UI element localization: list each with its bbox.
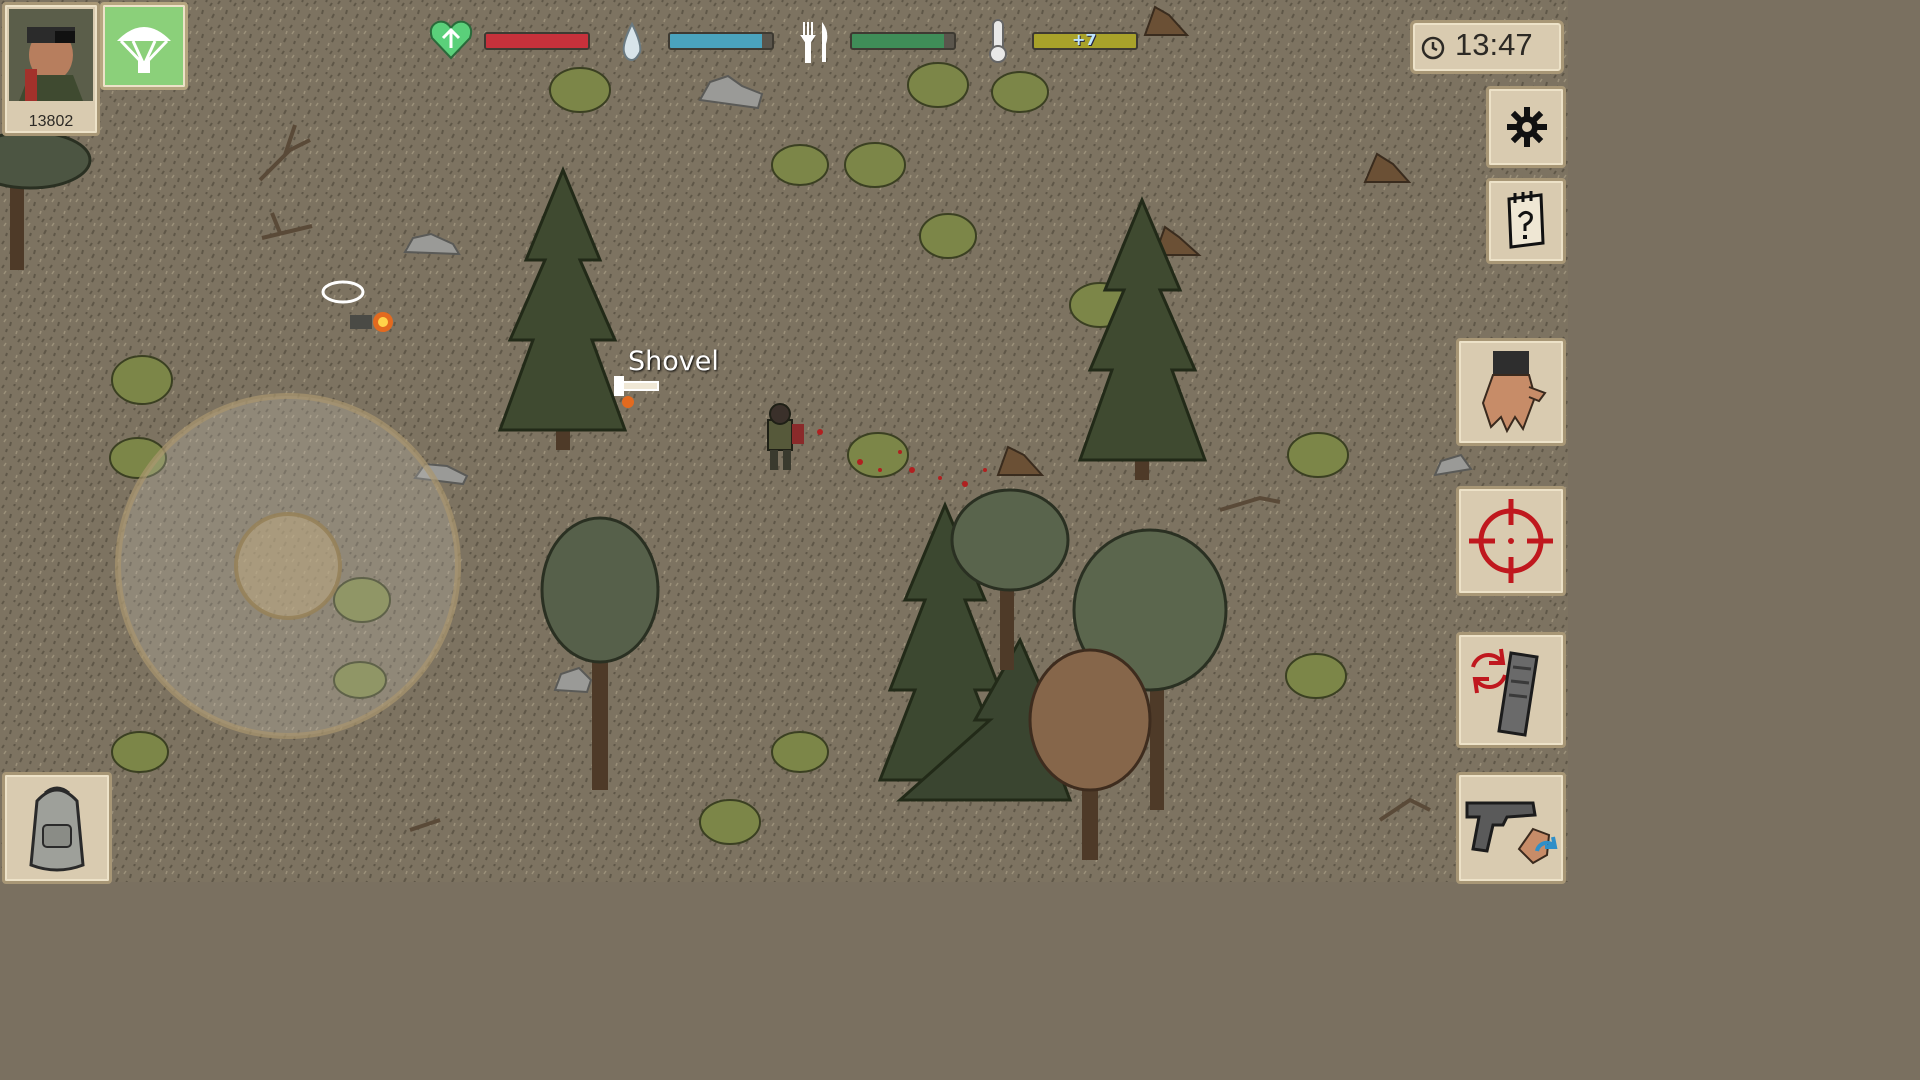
parachute-icon [117, 27, 171, 73]
item-label-shovel: Shovel [628, 346, 719, 377]
water-drop-icon [622, 22, 642, 62]
aim-button[interactable] [1456, 486, 1566, 596]
airdrop-button[interactable] [100, 2, 188, 90]
thermometer-icon [989, 19, 1007, 63]
notepad-question-icon [1507, 191, 1545, 249]
reload-magazine-icon [1471, 648, 1539, 737]
backpack-icon [29, 786, 85, 872]
score-label: 13802 [28, 113, 74, 130]
settings-button[interactable] [1486, 86, 1566, 168]
inventory-button[interactable] [2, 772, 112, 884]
health-bar-fill [486, 34, 588, 48]
crosshair-icon [1469, 499, 1553, 583]
thirst-bar-fill [670, 34, 762, 48]
pistol-icon [1465, 801, 1558, 865]
player-portrait-panel[interactable]: 13802 [2, 2, 100, 136]
temperature-label: +7 [1072, 32, 1097, 49]
player-portrait [9, 9, 93, 101]
quests-button[interactable] [1486, 178, 1566, 264]
clock-panel: 13:47 [1410, 20, 1564, 74]
health-bar [484, 32, 590, 50]
hunger-bar [850, 32, 956, 50]
game-world [0, 0, 1568, 882]
fork-knife-icon [800, 22, 828, 63]
reload-button[interactable] [1456, 632, 1566, 748]
clock-time: 13:47 [1455, 27, 1533, 62]
interact-button[interactable] [1456, 338, 1566, 446]
hand-grab-icon [1481, 351, 1547, 434]
thirst-bar [668, 32, 774, 50]
clock-icon [1421, 36, 1445, 60]
temperature-bar: +7 [1032, 32, 1138, 50]
virtual-joystick [115, 393, 461, 739]
hunger-bar-fill [852, 34, 944, 48]
weapon-button[interactable] [1456, 772, 1566, 884]
gear-icon [1507, 107, 1547, 147]
heart-icon [429, 20, 473, 60]
